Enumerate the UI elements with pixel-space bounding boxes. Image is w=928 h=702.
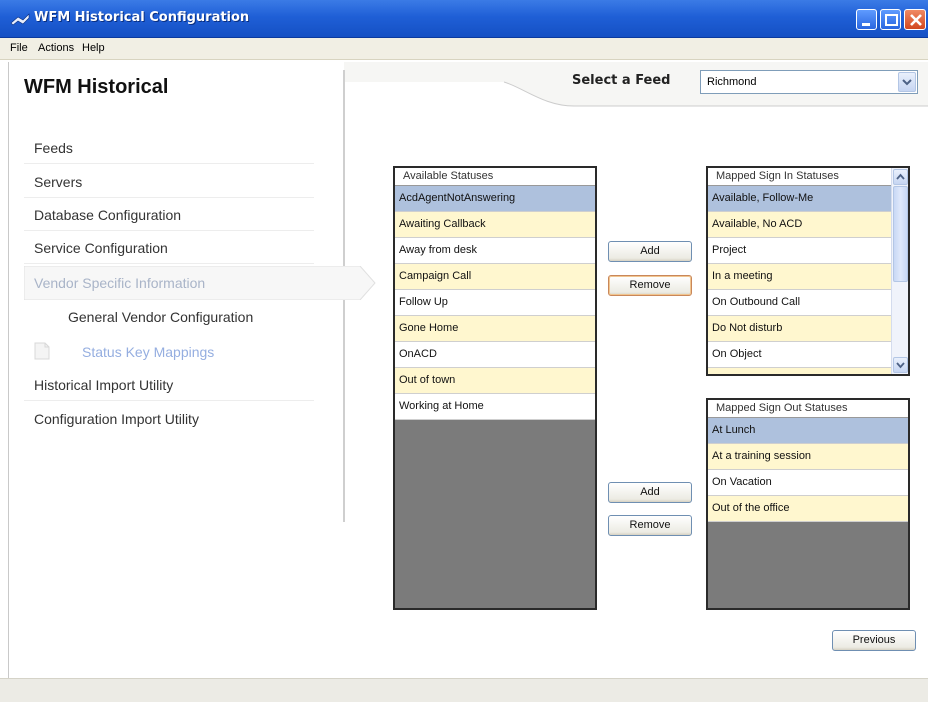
chevron-down-icon <box>902 79 912 86</box>
menu-help[interactable]: Help <box>82 42 105 54</box>
scroll-down-button[interactable] <box>893 357 908 373</box>
feed-dropdown-button[interactable] <box>898 72 916 92</box>
list-item[interactable]: Away from desk <box>395 238 595 264</box>
sidebar-item-vendor-specific-information[interactable]: Vendor Specific Information <box>24 267 314 299</box>
scroll-thumb[interactable] <box>893 186 908 282</box>
sidebar-item-general-vendor-configuration[interactable]: General Vendor Configuration <box>24 301 314 333</box>
list-item[interactable]: Awaiting Callback <box>395 212 595 238</box>
scroll-up-button[interactable] <box>893 169 908 185</box>
minimize-icon <box>862 23 870 26</box>
mapped-sign-out-header: Mapped Sign Out Statuses <box>708 400 908 418</box>
list-item[interactable]: At a training session <box>708 444 908 470</box>
mapped-sign-out-list[interactable]: Mapped Sign Out Statuses At Lunch At a t… <box>706 398 910 610</box>
sign-in-scrollbar[interactable] <box>891 168 908 374</box>
list-item[interactable]: Available, Follow-Me <box>708 186 891 212</box>
list-item[interactable]: Available, No ACD <box>708 212 891 238</box>
page-title: WFM Historical <box>24 76 169 98</box>
list-item[interactable]: Campaign Call <box>395 264 595 290</box>
sidebar-item-servers[interactable]: Servers <box>24 166 314 198</box>
list-item[interactable]: Out of the office <box>708 496 908 522</box>
list-item[interactable]: OnACD <box>395 342 595 368</box>
maximize-button[interactable] <box>880 9 901 30</box>
previous-button[interactable]: Previous <box>832 630 916 651</box>
app-icon <box>10 13 30 26</box>
mapped-sign-in-list[interactable]: Mapped Sign In Statuses Available, Follo… <box>706 166 910 376</box>
list-item[interactable]: On Outbound Call <box>708 290 891 316</box>
sidebar-item-configuration-import-utility[interactable]: Configuration Import Utility <box>24 403 314 435</box>
mapped-sign-in-header: Mapped Sign In Statuses <box>708 168 891 186</box>
sidebar-item-status-key-mappings[interactable]: Status Key Mappings <box>24 336 314 368</box>
close-button[interactable] <box>904 9 926 30</box>
list-item[interactable]: Gone Home <box>395 316 595 342</box>
close-icon <box>910 14 922 26</box>
sidebar-item-historical-import-utility[interactable]: Historical Import Utility <box>24 369 314 401</box>
sidebar-item-database-configuration[interactable]: Database Configuration <box>24 199 314 231</box>
feed-label: Select a Feed <box>572 73 671 88</box>
feed-dropdown-value: Richmond <box>707 76 757 88</box>
list-item[interactable]: At Lunch <box>708 418 908 444</box>
add-sign-in-button[interactable]: Add <box>608 241 692 262</box>
sidebar-item-feeds[interactable]: Feeds <box>24 132 314 164</box>
list-item[interactable]: Project <box>708 238 891 264</box>
remove-sign-out-button[interactable]: Remove <box>608 515 692 536</box>
minimize-button[interactable] <box>856 9 877 30</box>
menu-bar: File Actions Help <box>0 38 928 60</box>
status-bar <box>0 678 928 702</box>
list-item[interactable] <box>708 368 891 374</box>
window-title: WFM Historical Configuration <box>34 10 250 25</box>
list-item[interactable]: Follow Up <box>395 290 595 316</box>
title-bar: WFM Historical Configuration <box>0 0 928 38</box>
menu-actions[interactable]: Actions <box>38 42 74 54</box>
list-item[interactable]: AcdAgentNotAnswering <box>395 186 595 212</box>
available-statuses-header: Available Statuses <box>395 168 595 186</box>
feed-dropdown[interactable]: Richmond <box>700 70 918 94</box>
menu-file[interactable]: File <box>10 42 28 54</box>
list-item[interactable]: On Object <box>708 342 891 368</box>
sidebar-item-service-configuration[interactable]: Service Configuration <box>24 232 314 264</box>
remove-sign-in-button[interactable]: Remove <box>608 275 692 296</box>
maximize-icon <box>885 14 898 26</box>
list-item[interactable]: Out of town <box>395 368 595 394</box>
list-item[interactable]: Do Not disturb <box>708 316 891 342</box>
chevron-up-icon <box>896 173 905 180</box>
add-sign-out-button[interactable]: Add <box>608 482 692 503</box>
list-item[interactable]: In a meeting <box>708 264 891 290</box>
chevron-down-icon <box>896 362 905 369</box>
available-statuses-list[interactable]: Available Statuses AcdAgentNotAnswering … <box>393 166 597 610</box>
list-item[interactable]: On Vacation <box>708 470 908 496</box>
list-item[interactable]: Working at Home <box>395 394 595 420</box>
